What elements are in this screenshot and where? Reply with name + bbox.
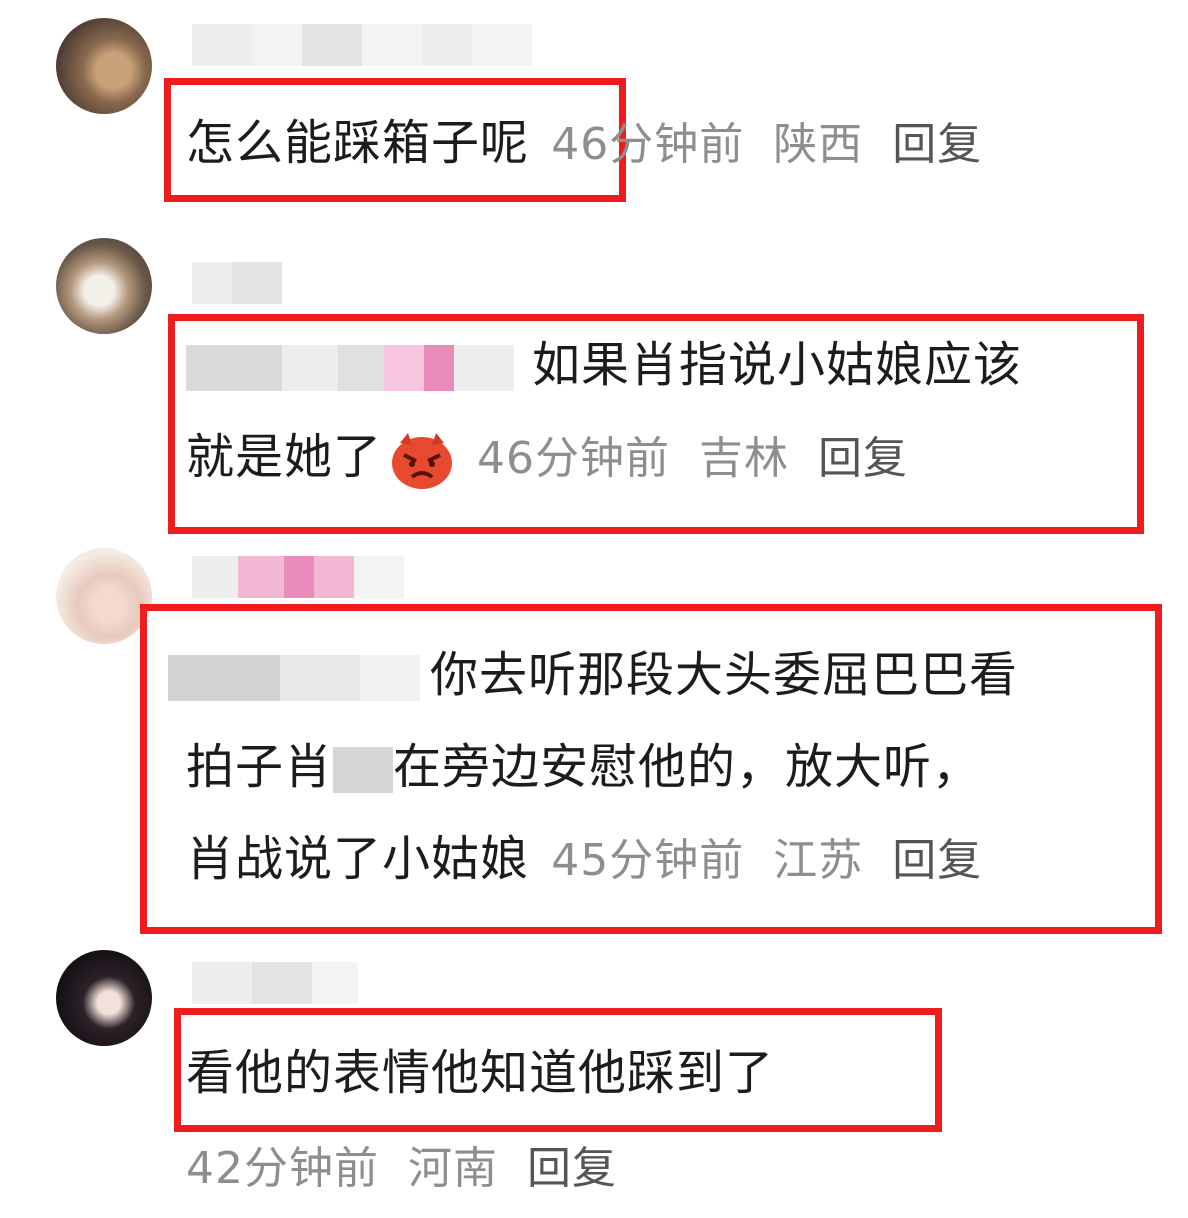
mention-blurred <box>186 345 282 391</box>
avatar[interactable] <box>56 238 152 334</box>
comment-time: 45分钟前 <box>551 835 745 886</box>
avatar[interactable] <box>56 18 152 114</box>
username-blurred[interactable] <box>192 24 532 66</box>
avatar[interactable] <box>56 950 152 1046</box>
comment-text: 看他的表情他知道他踩到了 <box>186 1045 775 1101</box>
reply-button[interactable]: 回复 <box>892 835 982 886</box>
comment-text: 如果肖指说小姑娘应该 <box>186 320 1022 410</box>
name-blurred <box>333 747 394 793</box>
comment-time: 46分钟前 <box>551 119 745 170</box>
reply-button[interactable]: 回复 <box>527 1143 617 1194</box>
comment-meta: 42分钟前 河南 回复 <box>186 1124 617 1214</box>
avatar[interactable] <box>56 548 152 644</box>
comment-text: 就是她了 46分钟前 吉林 回复 <box>186 412 908 504</box>
comment-region: 吉林 <box>699 433 790 484</box>
angry-face-icon <box>392 433 453 489</box>
reply-button[interactable]: 回复 <box>818 433 908 484</box>
comment-text: 怎么能踩箱子呢 46分钟前 陕西 回复 <box>186 115 983 171</box>
comment-text: 你去听那段大头委屈巴巴看 <box>168 630 1018 720</box>
comment-text: 肖战说了小姑娘 45分钟前 江苏 回复 <box>186 831 983 887</box>
comment-region: 陕西 <box>773 119 864 170</box>
mention-blurred <box>168 655 280 701</box>
comment-text: 拍子肖 在旁边安慰他的，放大听， <box>186 739 982 795</box>
comment-time: 46分钟前 <box>477 433 671 484</box>
username-blurred[interactable] <box>192 556 404 598</box>
comment-region: 江苏 <box>773 835 864 886</box>
reply-button[interactable]: 回复 <box>892 119 982 170</box>
comment-meta: 46分钟前 吉林 回复 <box>462 433 908 484</box>
username-blurred[interactable] <box>192 262 282 304</box>
comment-time: 42分钟前 <box>186 1143 379 1194</box>
comment-meta: 46分钟前 陕西 回复 <box>551 119 982 170</box>
username-blurred[interactable] <box>192 962 358 1004</box>
comment-meta: 45分钟前 江苏 回复 <box>551 835 982 886</box>
comment-region: 河南 <box>408 1143 498 1194</box>
